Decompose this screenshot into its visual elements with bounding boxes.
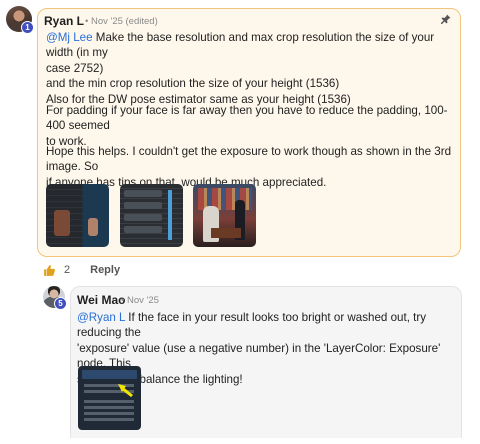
attachment-thumbnail-1[interactable] (46, 184, 109, 247)
thumbs-up-icon[interactable] (43, 264, 56, 277)
comment-actions: 2 Reply (43, 263, 120, 277)
level-badge: 5 (54, 297, 67, 310)
pin-icon[interactable] (440, 13, 452, 25)
arrow-icon (118, 384, 133, 398)
comment-paragraph-2: For padding if your face is far away the… (46, 104, 448, 148)
comment-meta: • Nov '25 (edited) (85, 16, 158, 27)
thumb-node (124, 190, 162, 197)
comment-line-2: case 2752) (46, 61, 104, 75)
level-badge: 1 (21, 21, 34, 34)
mention-link[interactable]: @Mj Lee (46, 31, 93, 44)
attachment-thumbnail-2[interactable] (120, 184, 183, 247)
comment-avatar-wrap[interactable]: 1 (6, 6, 34, 34)
reply-meta: • Nov '25 (121, 295, 159, 306)
thumb-figure (88, 218, 98, 236)
thumb-node (124, 202, 162, 209)
reply-line-1: @Ryan L If the face in your result looks… (77, 311, 427, 340)
thumb-connector (168, 190, 172, 240)
comment-line-3: and the min crop resolution the size of … (46, 77, 340, 91)
attachment-thumbnail-3[interactable] (193, 184, 256, 247)
thumb-table (211, 228, 241, 238)
thumb-node (124, 214, 162, 221)
comment-author[interactable]: Ryan L (44, 14, 84, 28)
like-count: 2 (64, 264, 71, 276)
reply-button[interactable]: Reply (90, 264, 120, 276)
comment-line-1: @Mj Lee Make the base resolution and max… (46, 31, 435, 60)
reply-attachment-thumbnail[interactable] (78, 366, 141, 430)
mention-link[interactable]: @Ryan L (77, 311, 125, 324)
thumb-figure (54, 210, 70, 236)
reply-author[interactable]: Wei Mao (77, 293, 125, 307)
reply-avatar-wrap[interactable]: 5 (43, 286, 67, 310)
thumb-node (124, 226, 162, 233)
comment-body: @Mj Lee Make the base resolution and max… (46, 30, 456, 107)
